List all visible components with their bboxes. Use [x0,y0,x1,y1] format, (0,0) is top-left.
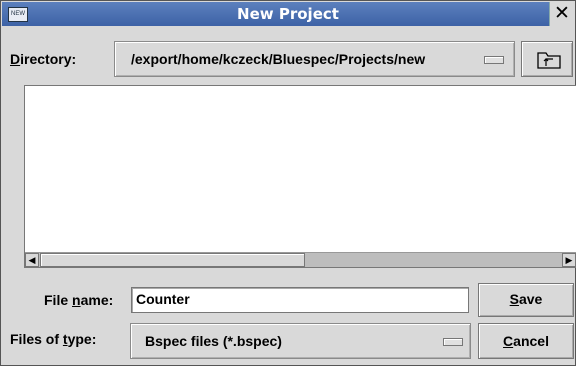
file-list[interactable]: ◀ ▶ [24,85,576,268]
directory-path: /export/home/kczeck/Bluespec/Projects/ne… [131,51,426,67]
up-folder-button[interactable] [521,41,573,77]
file-name-label: File name: [44,292,113,308]
file-name-label-mnemonic: n [72,292,81,308]
cancel-label-rest: ancel [513,333,549,349]
save-label-rest: ave [518,291,543,307]
scroll-left-icon[interactable]: ◀ [25,253,39,267]
title-bar[interactable]: NEW New Project ✕ [2,2,574,26]
file-name-label-post: ame: [80,292,114,308]
directory-label-mnemonic: D [10,51,21,67]
file-type-label-post: ype: [67,331,97,347]
cancel-button-label: Cancel [479,333,573,349]
save-mnemonic: S [509,291,519,307]
cancel-mnemonic: C [503,333,514,349]
file-name-value: Counter [136,291,190,307]
directory-label: Directory: [10,51,76,67]
dialog-title: New Project [237,5,339,23]
close-icon[interactable]: ✕ [549,2,574,26]
up-folder-icon [537,52,561,69]
horizontal-scrollbar[interactable]: ◀ ▶ [25,252,576,267]
file-type-value: Bspec files (*.bspec) [145,333,282,349]
save-button-label: Save [479,291,573,307]
directory-combo[interactable]: /export/home/kczeck/Bluespec/Projects/ne… [114,41,515,77]
scroll-right-icon[interactable]: ▶ [562,253,576,267]
combo-indicator-icon[interactable] [443,338,463,346]
new-project-dialog: NEW New Project ✕ Directory: /export/hom… [0,0,576,366]
cancel-button[interactable]: Cancel [478,323,574,359]
save-button[interactable]: Save [478,283,574,317]
file-name-input[interactable]: Counter [131,287,469,313]
file-type-label-pre: Files of [10,331,63,347]
file-name-label-pre: File [44,292,73,308]
combo-indicator-icon[interactable] [484,56,504,64]
scroll-thumb[interactable] [40,253,305,267]
directory-label-text: irectory: [20,51,77,67]
file-type-combo[interactable]: Bspec files (*.bspec) [130,323,471,359]
file-type-label: Files of type: [10,331,96,347]
